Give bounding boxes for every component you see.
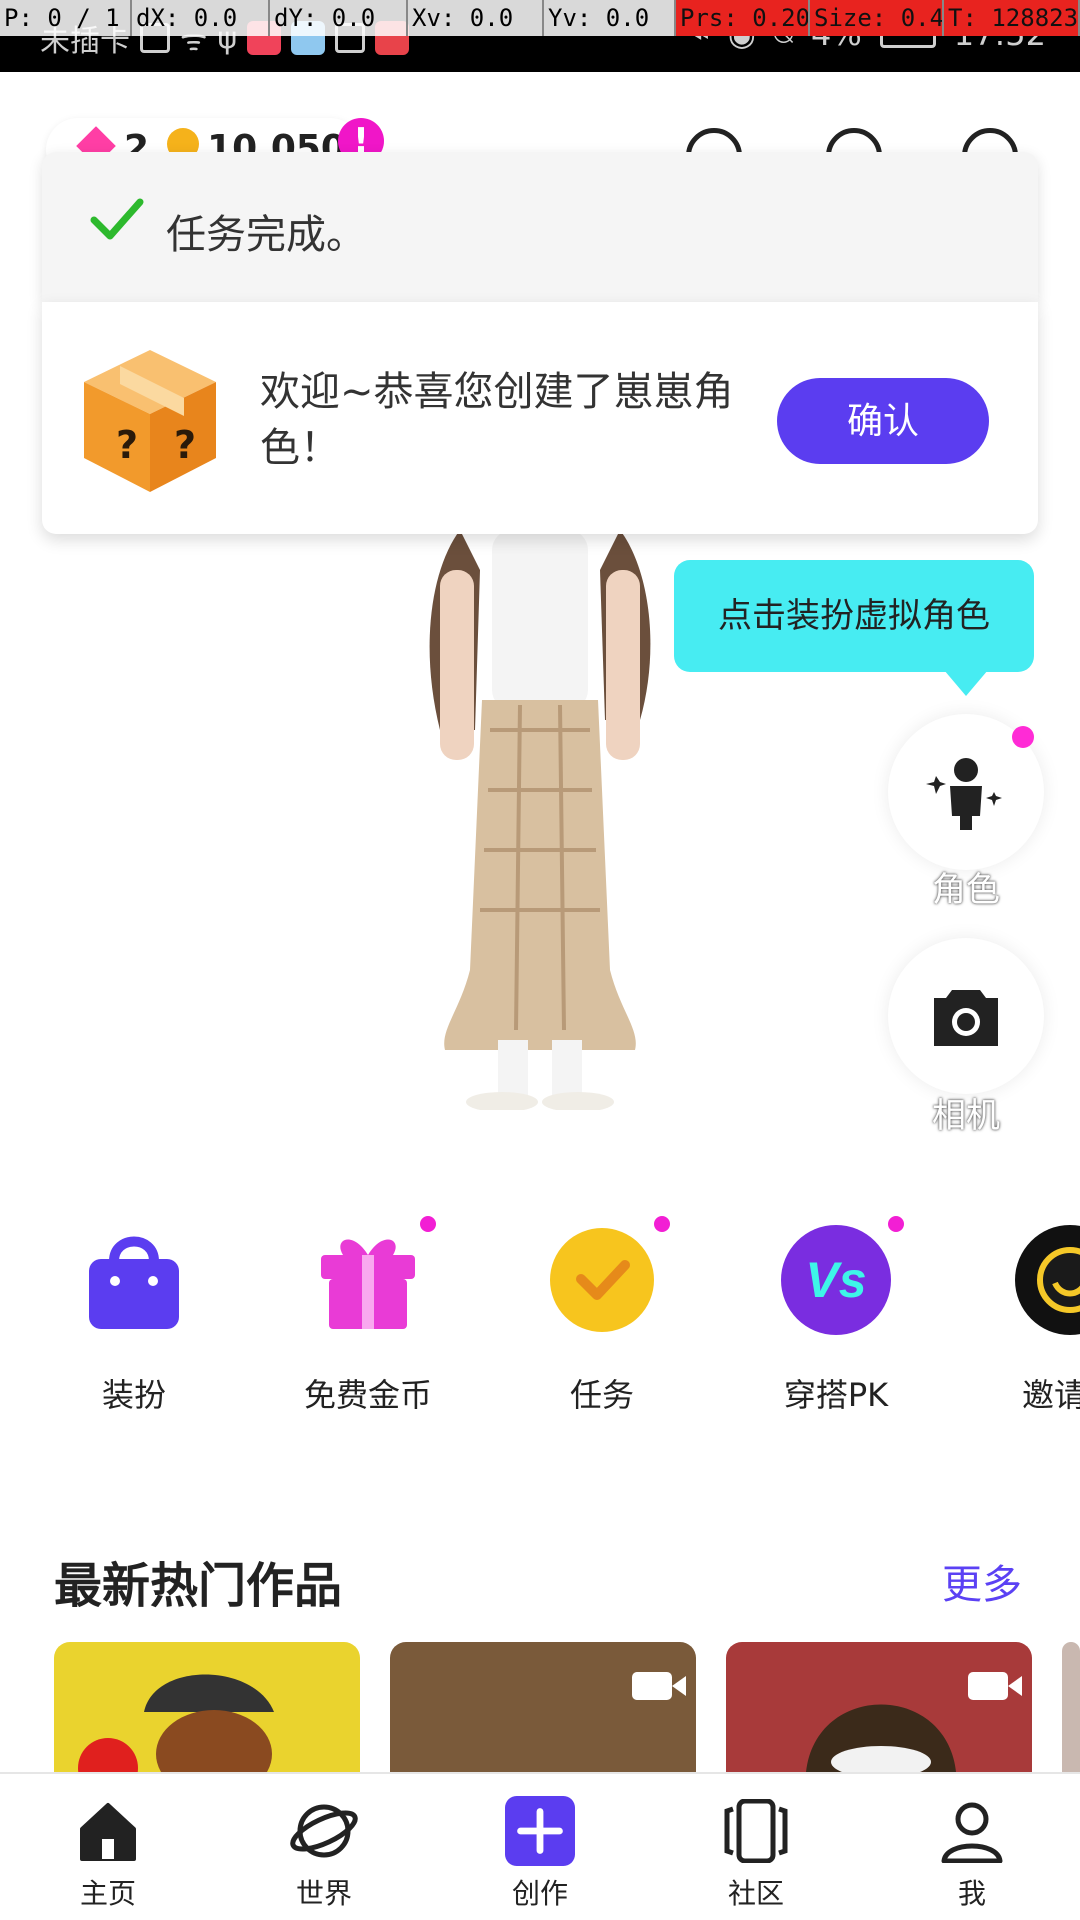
debug-dx: dX: 0.0: [132, 0, 270, 36]
nav-label: 创作: [511, 1877, 568, 1910]
status-bar: 未插卡 ᯤ ψ ⌁ ◉ ⍉ 4% 17:52 P: 0 / 1 dX: 0.0 …: [0, 0, 1080, 72]
confirm-button[interactable]: 确认: [777, 378, 989, 464]
debug-pointer: P: 0 / 1: [0, 0, 132, 36]
hot-works-more-link[interactable]: 更多: [942, 1552, 1022, 1610]
debug-yv: Yv: 0.0: [544, 0, 676, 36]
hot-works-title: 最新热门作品: [54, 1558, 343, 1614]
home-icon: [73, 1796, 143, 1866]
nav-world[interactable]: 世界: [244, 1796, 404, 1912]
quick-action-dress-up[interactable]: 装扮: [34, 1220, 234, 1416]
nav-home[interactable]: 主页: [28, 1796, 188, 1912]
svg-text:?: ?: [116, 423, 138, 467]
camera-icon: [934, 990, 998, 1046]
pointer-debug-overlay: P: 0 / 1 dX: 0.0 dY: 0.0 Xv: 0.0 Yv: 0.0…: [0, 0, 1080, 36]
video-icon: [968, 1672, 1022, 1700]
free-coins-notification-dot: [420, 1216, 436, 1232]
community-cards-icon: [721, 1796, 791, 1866]
check-icon: [90, 198, 144, 240]
debug-prs: Prs: 0.20: [676, 0, 810, 36]
hot-work-card[interactable]: [54, 1642, 360, 1772]
create-plus-icon: [505, 1796, 575, 1866]
debug-time: T: 128823: [944, 0, 1080, 36]
popup-message: 欢迎~恭喜您创建了崽崽角色！: [260, 369, 734, 471]
debug-dy: dY: 0.0: [270, 0, 408, 36]
avatar-character[interactable]: [420, 530, 660, 1112]
svg-text:?: ?: [174, 423, 196, 467]
welcome-popup: ? ? 欢迎~恭喜您创建了崽崽角色！ 确认: [42, 302, 1038, 534]
mystery-box-icon: ? ?: [84, 350, 216, 492]
avatar-tip-bubble[interactable]: 点击装扮虚拟角色: [674, 560, 1034, 696]
quick-action-label: 穿搭PK: [783, 1376, 889, 1414]
quick-action-label: 装扮: [101, 1376, 166, 1414]
role-label: 角色: [932, 870, 1000, 910]
planet-icon: [289, 1796, 359, 1866]
profile-icon: [937, 1796, 1007, 1866]
quick-action-label: 邀请有: [1021, 1376, 1080, 1414]
camera-label: 相机: [932, 1096, 1000, 1136]
toast-message: 任务完成。: [166, 212, 366, 258]
shopping-bag-icon: [74, 1220, 194, 1340]
invite-face-icon: [1010, 1220, 1080, 1340]
vs-icon: Vs: [776, 1216, 904, 1340]
nav-create[interactable]: 创作: [460, 1796, 620, 1912]
quick-action-outfit-pk[interactable]: Vs 穿搭PK: [736, 1216, 936, 1416]
quick-action-invite[interactable]: 邀请有: [970, 1220, 1080, 1416]
nav-community[interactable]: 社区: [676, 1796, 836, 1912]
nav-label: 主页: [79, 1877, 136, 1910]
hot-work-card[interactable]: [1062, 1642, 1080, 1772]
nav-me[interactable]: 我: [892, 1796, 1052, 1912]
task-check-icon: [542, 1216, 670, 1340]
work-thumbnail: [806, 1704, 956, 1772]
hot-work-card[interactable]: [390, 1642, 696, 1772]
quick-action-label: 任务: [569, 1376, 634, 1414]
character-sparkle-icon: [926, 758, 1002, 830]
debug-xv: Xv: 0.0: [408, 0, 544, 36]
svg-text:Vs: Vs: [805, 1252, 866, 1308]
camera-button[interactable]: [888, 938, 1044, 1094]
nav-label: 社区: [727, 1877, 784, 1910]
role-button[interactable]: [888, 714, 1044, 870]
gift-icon: [308, 1216, 436, 1340]
debug-size: Size: 0.40: [810, 0, 944, 36]
quick-action-tasks[interactable]: 任务: [502, 1216, 702, 1416]
bottom-nav: 主页 世界 创作 社区 我: [0, 1772, 1080, 1920]
role-notification-dot: [1012, 726, 1034, 748]
outfit-pk-notification-dot: [888, 1216, 904, 1232]
quick-action-label: 免费金币: [303, 1376, 432, 1414]
hot-work-card[interactable]: [726, 1642, 1032, 1772]
quick-actions: 装扮 免费金币 任务 Vs 穿搭PK 邀请: [0, 1216, 1080, 1440]
nav-label: 我: [957, 1877, 986, 1910]
task-complete-toast: 任务完成。: [42, 152, 1038, 302]
nav-label: 世界: [295, 1877, 352, 1910]
quick-action-free-coins[interactable]: 免费金币: [268, 1216, 468, 1416]
work-thumbnail: [78, 1674, 274, 1772]
video-icon: [632, 1672, 686, 1700]
tasks-notification-dot: [654, 1216, 670, 1232]
